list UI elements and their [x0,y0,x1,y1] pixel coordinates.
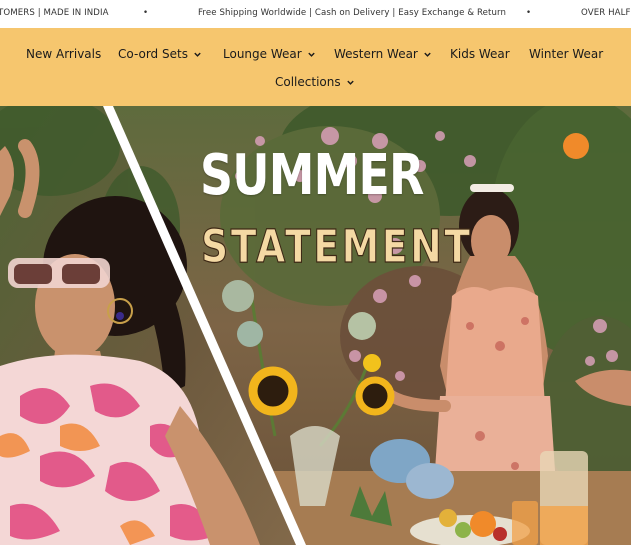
nav-item-label: Lounge Wear [223,47,302,61]
nav-item-label: Winter Wear [529,47,604,61]
hero-title: SUMMER [200,143,424,208]
chevron-down-icon [307,52,315,57]
announcement-message: OVER HALF A [581,8,631,18]
nav-item-label: Kids Wear [450,47,510,61]
nav-item-new-arrivals[interactable]: New Arrivals [26,47,101,61]
chevron-down-icon [424,52,431,57]
nav-item-label: Co-ord Sets [118,47,188,61]
chevron-down-icon [194,52,201,57]
nav-item-lounge-wear[interactable]: Lounge Wear [223,47,316,61]
announcement-message: Free Shipping Worldwide | Cash on Delive… [198,8,507,18]
nav-item-western-wear[interactable]: Western Wear [334,47,432,61]
announcement-separator: • [526,8,532,18]
nav-item-winter-wear[interactable]: Winter Wear [529,47,603,61]
nav-item-label: Western Wear [334,47,418,61]
announcement-message: TOMERS | MADE IN INDIA [0,8,109,18]
nav-item-label: New Arrivals [26,47,102,61]
announcement-separator: • [143,8,149,18]
nav-item-co-ord-sets[interactable]: Co-ord Sets [118,47,202,61]
chevron-down-icon [346,80,354,85]
main-navigation: New Arrivals Co-ord Sets Lounge Wear Wes… [0,28,631,106]
nav-item-collections[interactable]: Collections [275,75,355,89]
nav-item-kids-wear[interactable]: Kids Wear [450,47,510,61]
hero-banner[interactable]: SUMMER STATEMENT [0,106,631,545]
hero-subtitle: STATEMENT [200,220,473,273]
announcement-bar: TOMERS | MADE IN INDIA • Free Shipping W… [0,0,631,28]
orange-fruit [563,133,589,159]
nav-item-label: Collections [275,75,341,89]
